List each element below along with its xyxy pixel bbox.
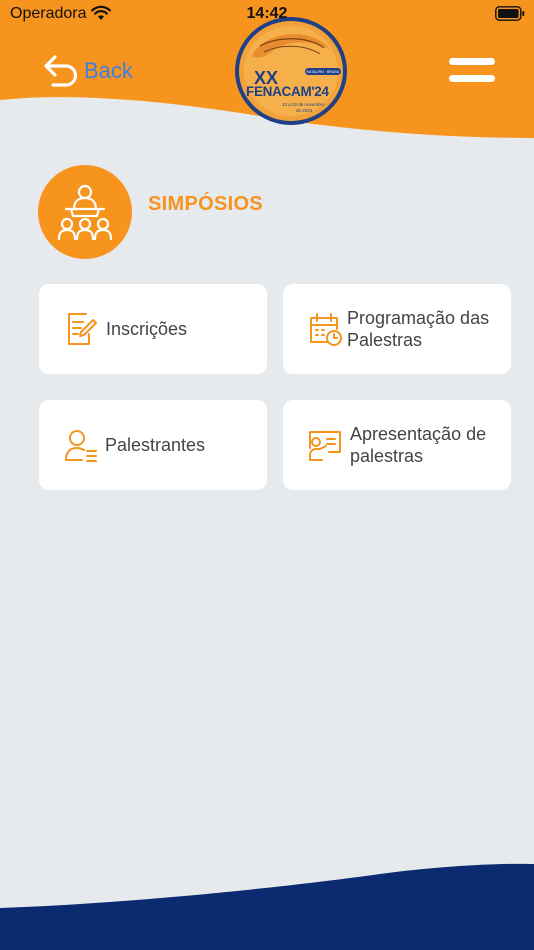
- symposium-icon: [38, 165, 132, 259]
- apresentacao-card[interactable]: Apresentação de palestras: [283, 400, 511, 490]
- programacao-card[interactable]: Programação das Palestras: [283, 284, 511, 374]
- fenacam-logo: XX NATAL/RN · BRASIL FENACAM'24 13 a 22 …: [234, 16, 348, 126]
- back-arrow-icon: [44, 55, 78, 87]
- registration-form-icon: [68, 313, 97, 345]
- presentation-board-icon: [309, 431, 341, 461]
- inscricoes-card-label: Inscrições: [106, 319, 188, 339]
- logo-dates: 13 a 22 de novembro: [282, 102, 325, 107]
- back-button[interactable]: Back: [42, 52, 133, 90]
- palestrantes-card[interactable]: Palestrantes: [39, 400, 267, 490]
- section-title: SIMPÓSIOS: [148, 193, 263, 215]
- logo-name: FENACAM'24: [246, 84, 329, 99]
- programacao-card-label: Programação das Palestras: [347, 308, 490, 350]
- clock: 14:42: [246, 5, 288, 22]
- battery-icon: [495, 6, 525, 21]
- back-button-label: Back: [84, 58, 133, 83]
- hamburger-menu-button[interactable]: [449, 58, 495, 84]
- apresentacao-card-label: Apresentação de palestras: [350, 424, 487, 466]
- calendar-clock-icon: [310, 313, 342, 346]
- palestrantes-card-label: Palestrantes: [105, 435, 206, 455]
- logo-badge: NATAL/RN · BRASIL: [306, 69, 340, 74]
- status-bar: Operadora 14:42: [0, 0, 534, 30]
- footer-wave-background: [0, 863, 534, 950]
- hamburger-menu-icon-bar-bottom: [449, 75, 495, 82]
- speaker-list-icon: [65, 430, 97, 462]
- section-header: SIMPÓSIOS: [38, 165, 263, 259]
- inscricoes-card[interactable]: Inscrições: [39, 284, 267, 374]
- logo-year: de 2024: [296, 108, 313, 113]
- hamburger-menu-icon-bar-top: [449, 58, 495, 65]
